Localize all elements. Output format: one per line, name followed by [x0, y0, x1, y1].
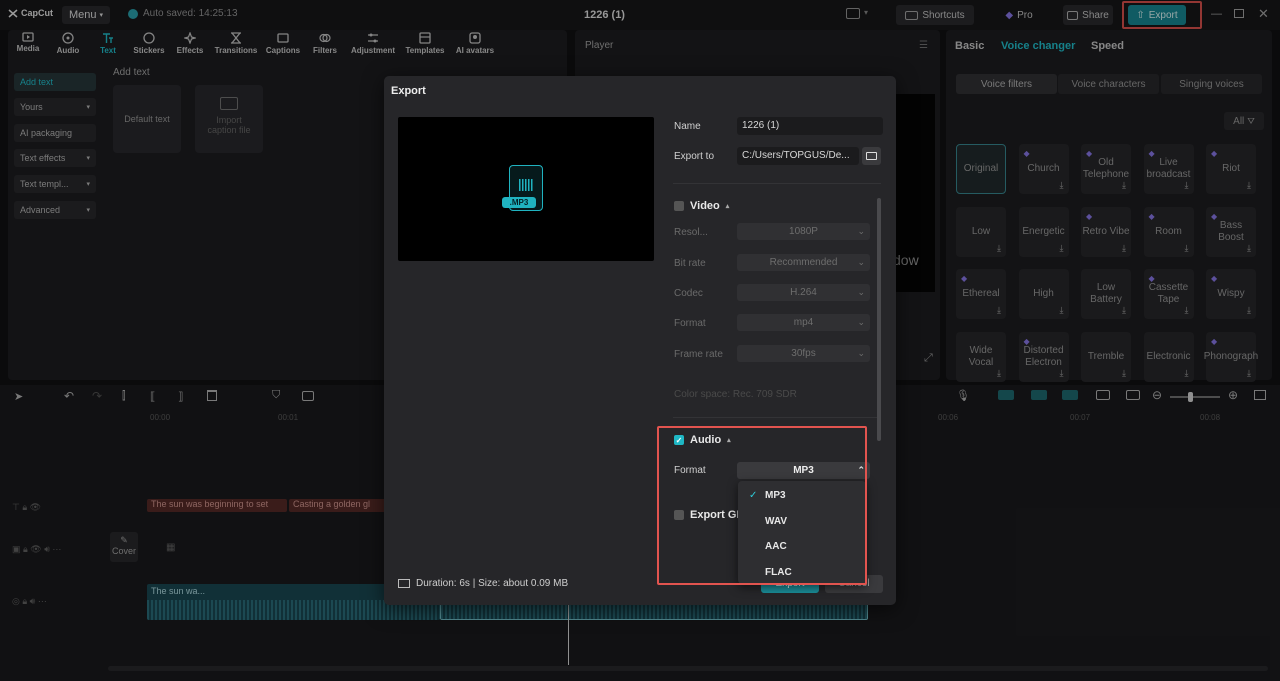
- chevron-down-icon: ⌄: [857, 226, 865, 236]
- bitrate-label: Bit rate: [674, 258, 706, 269]
- export-preview: .MP3: [398, 117, 654, 261]
- footer-info-text: Duration: 6s | Size: about 0.09 MB: [416, 578, 569, 589]
- chevron-down-icon: ⌄: [857, 348, 865, 358]
- highlight-audio-section: [657, 426, 867, 585]
- film-icon: [398, 579, 410, 588]
- vertical-scrollbar[interactable]: [877, 198, 881, 441]
- video-format-label: Format: [674, 318, 706, 329]
- divider: [673, 183, 881, 184]
- resolution-select: 1080P ⌄: [737, 223, 870, 240]
- video-section-header[interactable]: Video ▴: [674, 200, 729, 212]
- name-label: Name: [674, 121, 701, 132]
- chevron-up-icon: ▴: [725, 203, 730, 210]
- export-path-input[interactable]: C:/Users/TOPGUS/De...: [737, 147, 859, 165]
- codec-label: Codec: [674, 288, 703, 299]
- folder-button[interactable]: [862, 147, 881, 165]
- file-badge: .MP3: [502, 197, 536, 208]
- codec-select: H.264 ⌄: [737, 284, 870, 301]
- codec-value: H.264: [790, 287, 817, 298]
- footer-info: Duration: 6s | Size: about 0.09 MB: [398, 578, 568, 589]
- color-space-text: Color space: Rec. 709 SDR: [674, 389, 797, 400]
- video-label: Video: [690, 200, 720, 212]
- framerate-select: 30fps ⌄: [737, 345, 870, 362]
- name-input[interactable]: 1226 (1): [737, 117, 883, 135]
- chevron-down-icon: ⌄: [857, 287, 865, 297]
- dialog-title: Export: [391, 85, 426, 97]
- framerate-value: 30fps: [791, 348, 816, 359]
- resolution-label: Resol...: [674, 227, 708, 238]
- framerate-label: Frame rate: [674, 349, 723, 360]
- divider: [673, 417, 881, 418]
- video-format-value: mp4: [793, 317, 814, 328]
- bitrate-value: Recommended: [769, 257, 838, 268]
- chevron-down-icon: ⌄: [857, 317, 865, 327]
- video-checkbox[interactable]: [674, 201, 684, 211]
- resolution-value: 1080P: [789, 226, 818, 237]
- chevron-down-icon: ⌄: [857, 257, 865, 267]
- bitrate-select: Recommended ⌄: [737, 254, 870, 271]
- export-to-label: Export to: [674, 151, 715, 162]
- video-format-select: mp4 ⌄: [737, 314, 870, 331]
- folder-icon: [866, 152, 877, 160]
- waveform-bars: [519, 179, 533, 191]
